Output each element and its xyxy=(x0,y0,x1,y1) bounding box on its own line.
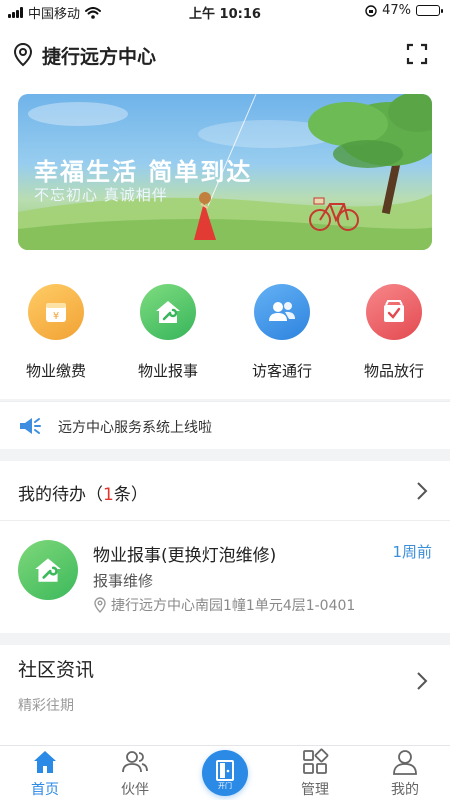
service-label: 访客通行 xyxy=(251,362,312,380)
service-icon-circle xyxy=(254,284,310,340)
todo-count-close: 条） xyxy=(113,485,148,505)
location-pin-icon xyxy=(94,597,106,613)
box-check-icon xyxy=(384,300,404,322)
todo-title: 我的待办（1条） xyxy=(18,480,148,505)
news-subtitle: 精彩往期 xyxy=(18,698,74,714)
banner-carousel[interactable]: 幸福生活 简单到达 不忘初心 真诚相伴 xyxy=(18,94,432,250)
chevron-right-icon[interactable] xyxy=(416,481,428,501)
header: 捷行远方中心 xyxy=(0,22,450,88)
banner-title: 幸福生活 简单到达 xyxy=(34,158,253,186)
todo-header[interactable]: 我的待办（1条） xyxy=(0,461,450,521)
location-title[interactable]: 捷行远方中心 xyxy=(42,42,156,69)
todo-count-open: （ xyxy=(86,485,103,505)
tab-label: 我的 xyxy=(391,782,419,798)
todo-title-text: 我的待办 xyxy=(18,485,86,505)
service-label: 物品放行 xyxy=(363,362,424,380)
announcement-bar[interactable]: 远方中心服务系统上线啦 xyxy=(0,401,450,449)
scan-icon[interactable] xyxy=(406,43,428,65)
house-wrench-icon xyxy=(156,301,180,323)
service-report-issue[interactable]: 物业报事 xyxy=(112,284,224,381)
house-wrench-icon xyxy=(35,558,61,582)
partners-icon xyxy=(122,751,148,773)
service-icon-circle xyxy=(140,284,196,340)
tab-mine[interactable]: 我的 xyxy=(360,746,450,800)
tab-label: 伙伴 xyxy=(121,782,149,798)
wallet-icon: ¥ xyxy=(46,303,66,322)
service-icon-circle xyxy=(366,284,422,340)
services-grid: ¥ 物业缴费 物业报事 访客通行 物品放行 xyxy=(0,256,450,399)
service-label: 物业报事 xyxy=(137,362,198,380)
status-bar: 中国移动 上午 10:16 47% xyxy=(0,0,450,22)
todo-item-time: 1周前 xyxy=(392,543,432,561)
orientation-lock-icon xyxy=(365,4,377,17)
visitors-icon xyxy=(269,302,295,321)
service-label: 物业缴费 xyxy=(25,362,86,380)
tab-label: 管理 xyxy=(301,782,329,798)
todo-item-address: 捷行远方中心南园1幢1单元4层1-0401 xyxy=(93,595,355,615)
battery-label: 47% xyxy=(382,3,411,18)
megaphone-icon xyxy=(20,418,41,434)
todo-item[interactable]: 物业报事(更换灯泡维修) 1周前 报事维修 捷行远方中心南园1幢1单元4层1-0… xyxy=(0,522,450,633)
todo-item-type: 报事维修 xyxy=(93,572,154,590)
announcement-text: 远方中心服务系统上线啦 xyxy=(58,420,212,436)
open-door-label: 开门 xyxy=(218,782,232,790)
todo-item-address-text: 捷行远方中心南园1幢1单元4层1-0401 xyxy=(111,598,356,614)
location-pin-icon[interactable] xyxy=(12,42,34,68)
profile-icon xyxy=(393,750,417,775)
tab-partners[interactable]: 伙伴 xyxy=(90,746,180,800)
battery-icon xyxy=(416,5,443,16)
grid-icon xyxy=(303,748,329,774)
tab-manage[interactable]: 管理 xyxy=(270,746,360,800)
service-item-release[interactable]: 物品放行 xyxy=(338,284,450,381)
service-property-fee[interactable]: ¥ 物业缴费 xyxy=(0,284,112,381)
tab-label: 首页 xyxy=(31,782,59,798)
todo-item-title: 物业报事(更换灯泡维修) xyxy=(93,546,277,566)
todo-item-icon xyxy=(18,540,78,600)
news-title: 社区资讯 xyxy=(18,659,95,681)
todo-count: 1 xyxy=(103,485,114,505)
todo-section: 我的待办（1条） 物业报事(更换灯泡维修) 1周前 报事维修 捷行远方中心南园1… xyxy=(0,461,450,633)
service-visitor-pass[interactable]: 访客通行 xyxy=(226,284,338,381)
open-door-button[interactable]: 开门 xyxy=(202,750,248,796)
community-news[interactable]: 社区资讯 精彩往期 xyxy=(0,645,450,745)
svg-text:¥: ¥ xyxy=(53,311,59,322)
service-icon-circle: ¥ xyxy=(28,284,84,340)
banner-section: 幸福生活 简单到达 不忘初心 真诚相伴 xyxy=(0,88,450,256)
banner-subtitle: 不忘初心 真诚相伴 xyxy=(34,186,168,204)
status-right: 47% xyxy=(365,3,443,18)
tab-home[interactable]: 首页 xyxy=(0,746,90,800)
chevron-right-icon[interactable] xyxy=(416,671,428,691)
home-icon xyxy=(34,751,56,773)
